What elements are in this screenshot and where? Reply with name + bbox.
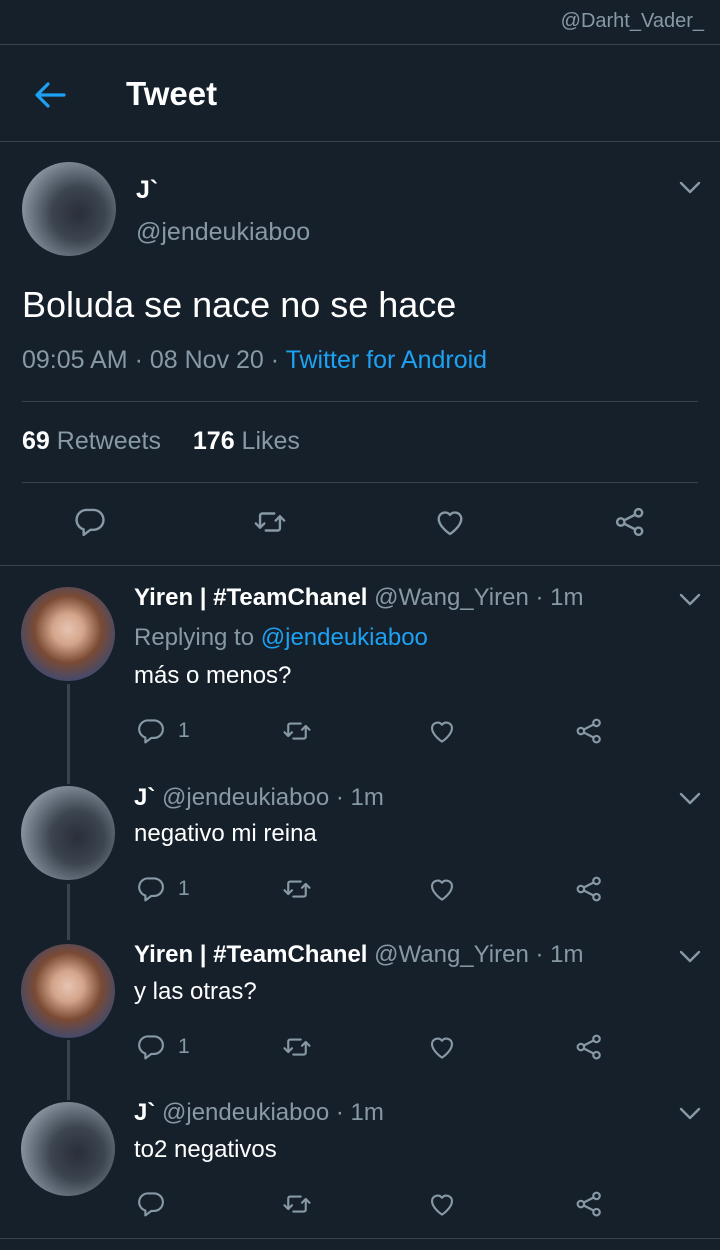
avatar[interactable]: [21, 587, 115, 681]
like-icon[interactable]: [427, 1032, 457, 1062]
like-icon[interactable]: [433, 505, 467, 539]
like-icon[interactable]: [427, 1189, 457, 1219]
retweet-icon[interactable]: [253, 505, 287, 539]
retweets-stat[interactable]: 69 Retweets: [22, 427, 161, 455]
avatar[interactable]: [22, 162, 116, 256]
retweet-icon[interactable]: [282, 1032, 312, 1062]
divider: [22, 401, 698, 402]
retweets-count: 69: [22, 427, 50, 455]
reply-author-handle: @Wang_Yiren · 1m: [374, 584, 584, 611]
reply-author-handle: @Wang_Yiren · 1m: [374, 941, 584, 968]
share-icon[interactable]: [613, 505, 647, 539]
chevron-down-icon[interactable]: [679, 950, 701, 964]
divider: [0, 565, 720, 566]
thread-line: [67, 684, 70, 784]
avatar[interactable]: [21, 1102, 115, 1196]
reply-icon[interactable]: [136, 874, 166, 904]
reply-count: 1: [178, 1035, 190, 1058]
retweet-icon[interactable]: [282, 1189, 312, 1219]
retweet-icon[interactable]: [282, 874, 312, 904]
reply-text: to2 negativos: [134, 1136, 277, 1163]
reply-author-name: J`: [134, 784, 156, 811]
like-icon[interactable]: [427, 874, 457, 904]
reply-icon[interactable]: [136, 1032, 166, 1062]
share-icon[interactable]: [574, 1189, 604, 1219]
reply-author-handle: @jendeukiaboo · 1m: [162, 1099, 384, 1126]
tweet-date: 08 Nov 20: [149, 346, 264, 374]
meta-separator: ·: [127, 346, 150, 374]
replying-to-link[interactable]: @jendeukiaboo: [261, 624, 428, 651]
meta-separator: ·: [263, 346, 286, 374]
retweets-label: Retweets: [49, 427, 161, 455]
avatar[interactable]: [21, 786, 115, 880]
likes-count: 176: [192, 427, 235, 455]
replying-label: Replying to: [134, 624, 261, 651]
reply-text: y las otras?: [134, 978, 257, 1005]
retweet-icon[interactable]: [282, 716, 312, 746]
replying-to: Replying to @jendeukiaboo: [134, 624, 428, 652]
reply-header[interactable]: J` @jendeukiaboo · 1m: [134, 1099, 384, 1127]
reply-icon[interactable]: [136, 716, 166, 746]
reply-text: negativo mi reina: [134, 820, 317, 847]
reply-count: 1: [178, 877, 190, 900]
top-bar: Tweet: [0, 44, 720, 142]
like-icon[interactable]: [427, 716, 457, 746]
tweet-time: 09:05 AM: [22, 346, 128, 374]
likes-stat[interactable]: 176 Likes: [193, 427, 300, 455]
reply-header[interactable]: Yiren | #TeamChanel @Wang_Yiren · 1m: [134, 584, 583, 612]
tweet-source-link[interactable]: Twitter for Android: [286, 346, 487, 374]
share-icon[interactable]: [574, 1032, 604, 1062]
reply-text: más o menos?: [134, 662, 292, 689]
reply-header[interactable]: J` @jendeukiaboo · 1m: [134, 784, 384, 812]
share-icon[interactable]: [574, 874, 604, 904]
thread-line: [67, 1040, 70, 1100]
reply-author-name: Yiren | #TeamChanel: [134, 941, 368, 968]
tweet-stats: 69 Retweets 176 Likes: [22, 427, 300, 456]
tweet-text: Boluda se nace no se hace: [22, 284, 457, 325]
page-title: Tweet: [126, 75, 218, 112]
watermark: @Darht_Vader_: [560, 10, 704, 32]
tweet-meta: 09:05 AM · 08 Nov 20 · Twitter for Andro…: [22, 346, 487, 375]
divider: [22, 482, 698, 483]
reply-icon[interactable]: [73, 505, 107, 539]
chevron-down-icon[interactable]: [679, 181, 701, 195]
reply-count: 1: [178, 719, 190, 742]
author-handle[interactable]: @jendeukiaboo: [136, 218, 310, 247]
chevron-down-icon[interactable]: [679, 792, 701, 806]
back-arrow-icon[interactable]: [30, 75, 70, 115]
chevron-down-icon[interactable]: [679, 1107, 701, 1121]
reply-icon[interactable]: [136, 1189, 166, 1219]
avatar[interactable]: [21, 944, 115, 1038]
chevron-down-icon[interactable]: [679, 593, 701, 607]
reply-header[interactable]: Yiren | #TeamChanel @Wang_Yiren · 1m: [134, 941, 583, 969]
reply-author-name: Yiren | #TeamChanel: [134, 584, 368, 611]
likes-label: Likes: [234, 427, 300, 455]
reply-author-handle: @jendeukiaboo · 1m: [162, 784, 384, 811]
share-icon[interactable]: [574, 716, 604, 746]
divider: [0, 1238, 720, 1239]
thread-line: [67, 884, 70, 940]
author-name[interactable]: J`: [136, 176, 158, 205]
reply-author-name: J`: [134, 1099, 156, 1126]
